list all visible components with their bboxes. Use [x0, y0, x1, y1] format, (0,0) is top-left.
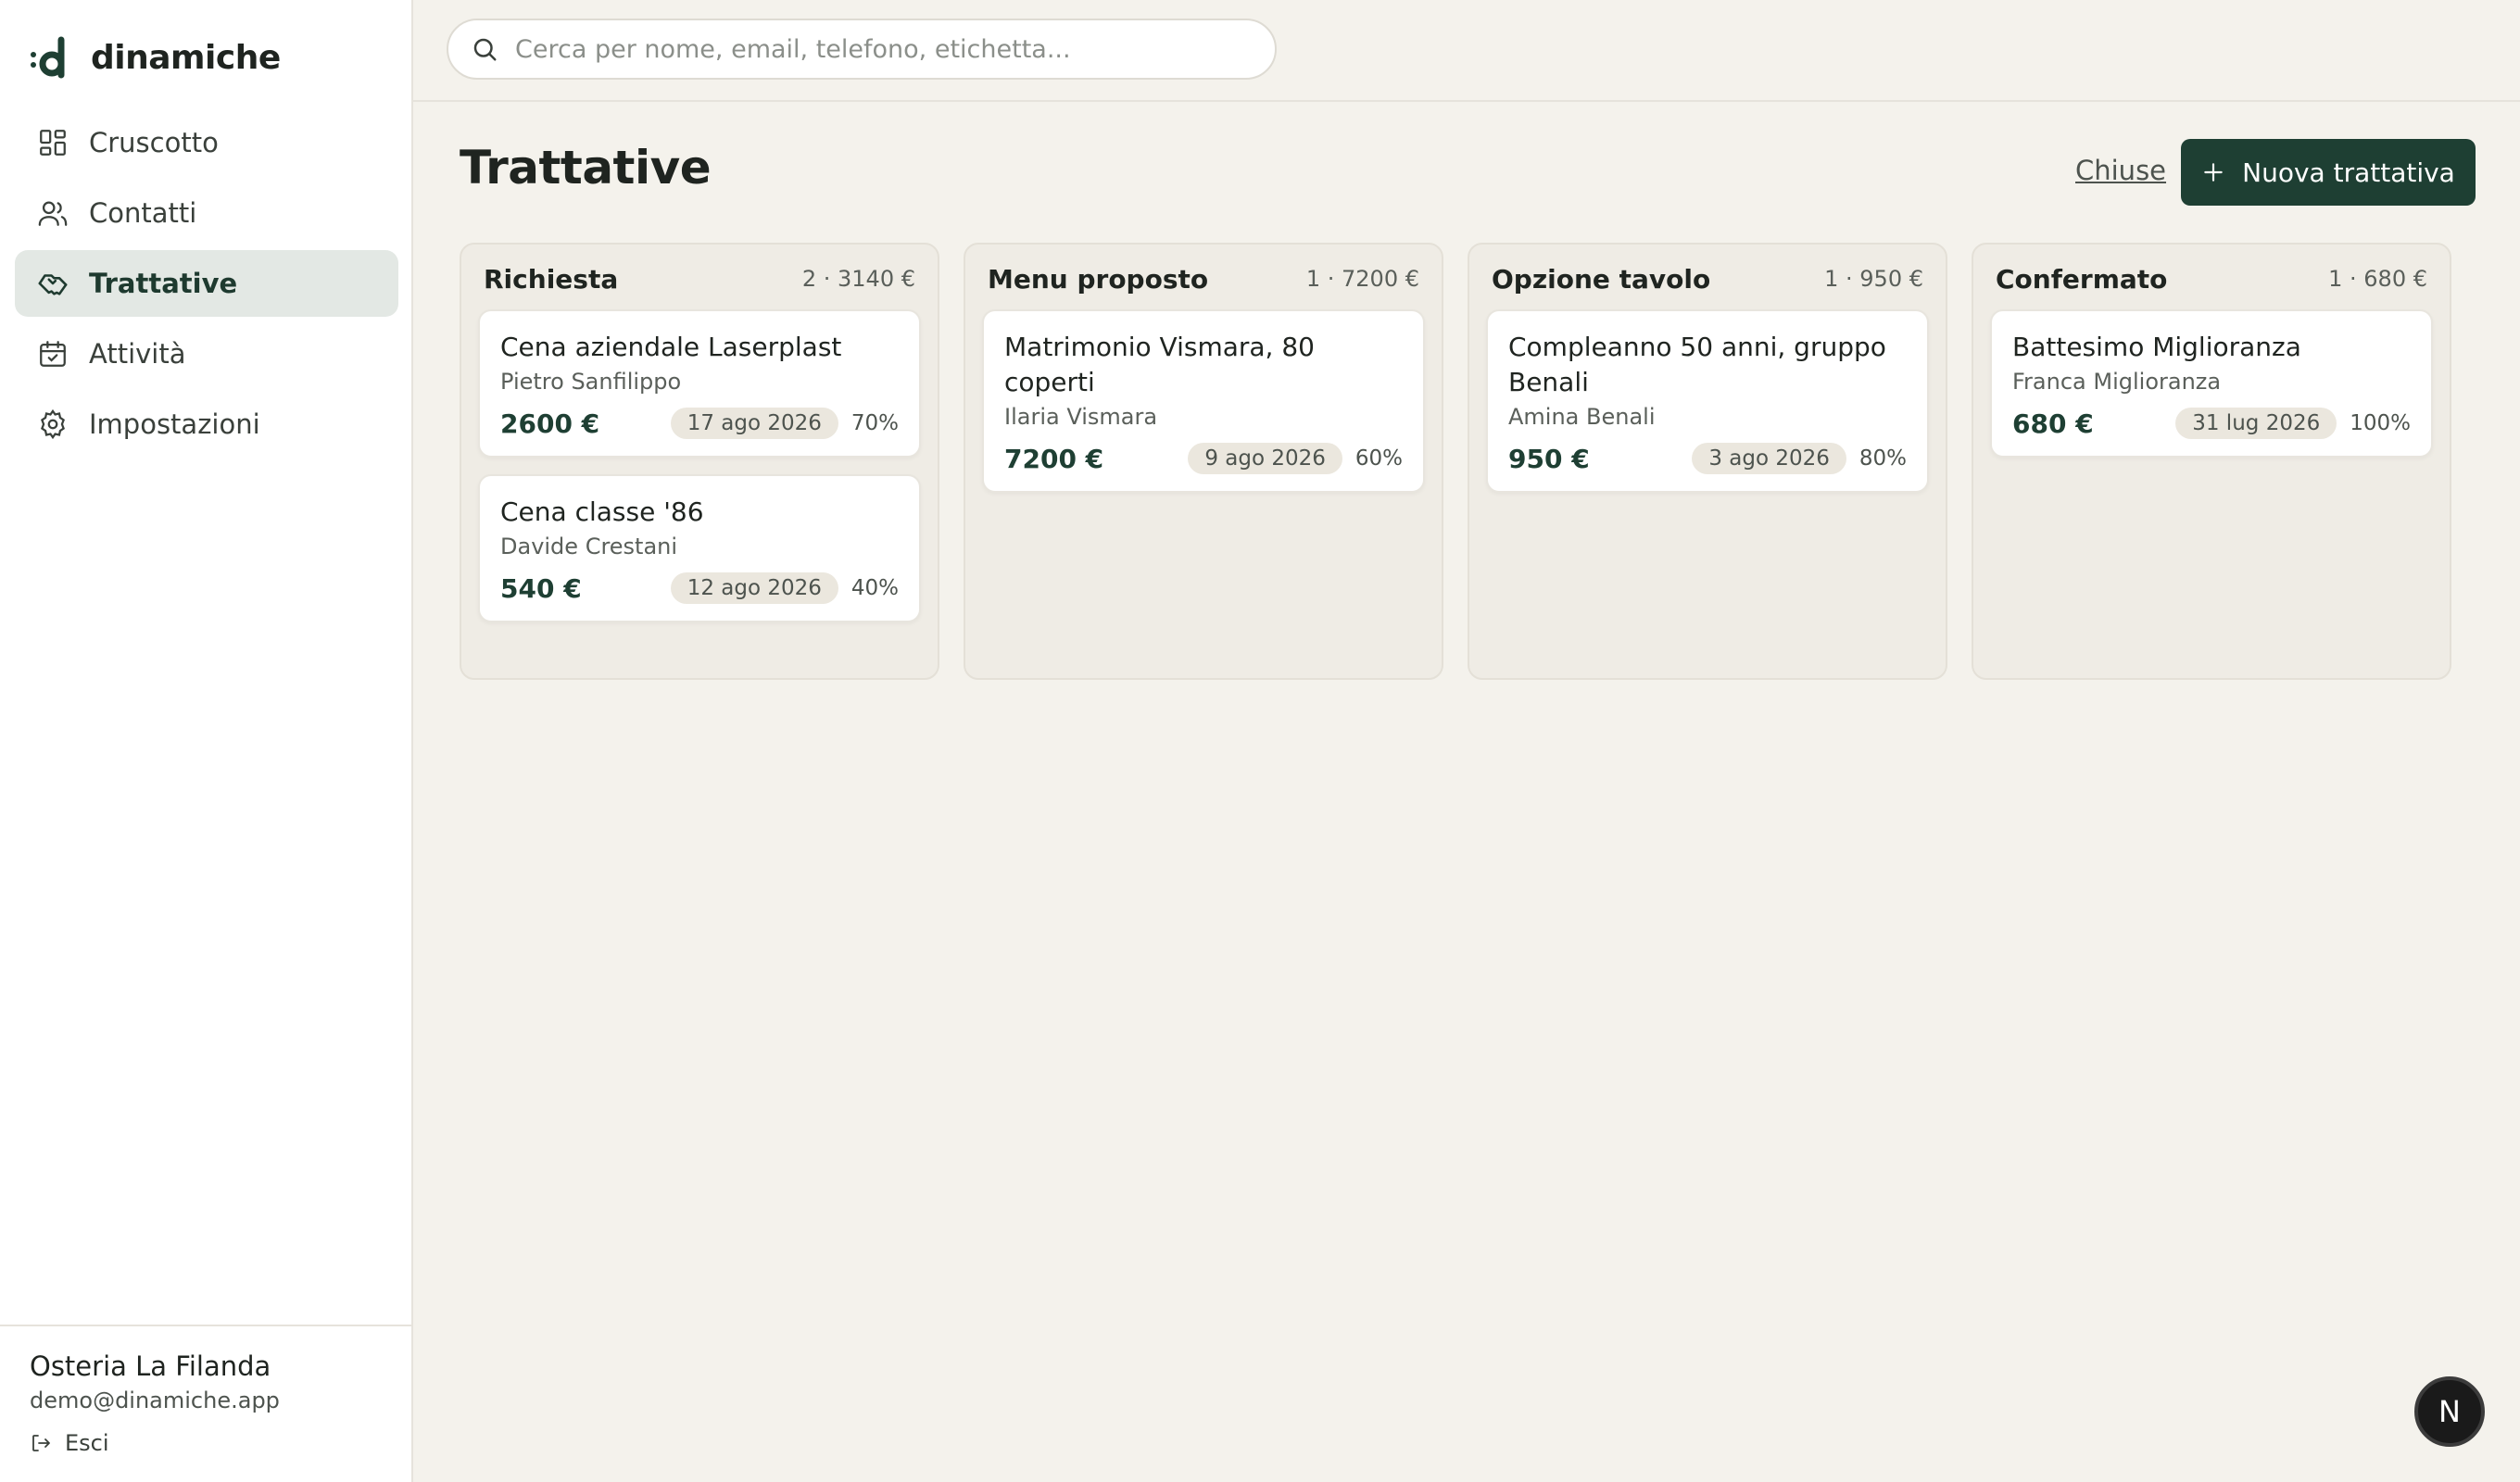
column-title: Richiesta [484, 263, 619, 295]
deal-meta: 9 ago 2026 60% [1188, 443, 1403, 474]
gear-icon [41, 408, 65, 440]
sidebar-item-label: Impostazioni [89, 408, 260, 440]
search-input[interactable] [515, 34, 1256, 64]
closed-deals-link[interactable]: Chiuse [2075, 155, 2166, 186]
pipeline-column: Menu proposto 1 · 7200 € Matrimonio Vism… [964, 243, 1443, 680]
logout-icon [32, 1435, 50, 1451]
column-title: Opzione tavolo [1492, 263, 1711, 295]
deal-footer: 680 € 31 lug 2026 100% [2012, 408, 2411, 439]
deal-amount: 2600 € [500, 408, 600, 439]
deal-date-badge: 12 ago 2026 [670, 572, 838, 604]
column-title: Confermato [1996, 263, 2168, 295]
deal-footer: 950 € 3 ago 2026 80% [1508, 443, 1907, 474]
column-summary: 1 · 680 € [2328, 266, 2427, 292]
sidebar-item-label: Attività [89, 338, 186, 370]
new-deal-label: Nuova trattativa [2242, 157, 2455, 188]
deal-footer: 540 € 12 ago 2026 40% [500, 572, 899, 604]
deal-probability: 70% [850, 411, 899, 435]
sidebar-item-label: Trattative [89, 268, 238, 299]
sidebar-item-contatti[interactable]: Contatti [15, 180, 398, 246]
column-header: Richiesta 2 · 3140 € [478, 261, 921, 296]
sidebar-item-trattative[interactable]: Trattative [15, 250, 398, 317]
deal-title: Battesimo Miglioranza [2012, 332, 2301, 362]
deal-card[interactable]: Compleanno 50 anni, gruppo Benali Amina … [1486, 309, 1929, 493]
column-header: Confermato 1 · 680 € [1990, 261, 2433, 296]
logout-label: Esci [65, 1430, 109, 1456]
deal-contact: Pietro Sanfilippo [500, 369, 682, 395]
pipeline-column: Richiesta 2 · 3140 € Cena aziendale Lase… [460, 243, 939, 680]
deal-contact: Davide Crestani [500, 534, 678, 559]
org-name: Osteria La Filanda [30, 1350, 271, 1382]
deal-amount: 7200 € [1004, 443, 1104, 474]
deal-contact: Franca Miglioranza [2012, 369, 2222, 395]
brand[interactable]: dinamiche [30, 31, 281, 83]
account-panel: Osteria La Filanda demo@dinamiche.app Es… [0, 1325, 411, 1482]
deal-contact: Amina Benali [1508, 404, 1656, 430]
column-title: Menu proposto [988, 263, 1209, 295]
deal-probability: 40% [850, 576, 899, 600]
deal-probability: 100% [2350, 411, 2411, 435]
deal-footer: 7200 € 9 ago 2026 60% [1004, 443, 1403, 474]
search-icon [473, 38, 497, 61]
dashboard-icon [40, 130, 66, 156]
deal-date-badge: 31 lug 2026 [2175, 408, 2337, 439]
plus-icon [2204, 163, 2223, 182]
deal-title: Matrimonio Vismara, 80 coperti [1004, 332, 1315, 397]
column-header: Menu proposto 1 · 7200 € [982, 261, 1425, 296]
deal-date-badge: 3 ago 2026 [1692, 443, 1846, 474]
deal-date-badge: 17 ago 2026 [670, 408, 838, 439]
deal-date-badge: 9 ago 2026 [1188, 443, 1342, 474]
sidebar-nav: Cruscotto Contatti Trattative Attività I… [15, 109, 398, 461]
deal-card[interactable]: Cena aziendale Laserplast Pietro Sanfili… [478, 309, 921, 458]
deal-meta: 31 lug 2026 100% [2175, 408, 2411, 439]
deal-title: Cena classe '86 [500, 496, 704, 527]
logout-button[interactable]: Esci [30, 1430, 109, 1456]
sidebar-item-cruscotto[interactable]: Cruscotto [15, 109, 398, 176]
deal-amount: 950 € [1508, 443, 1590, 474]
deal-meta: 12 ago 2026 40% [670, 572, 899, 604]
users-icon [38, 201, 68, 226]
deal-amount: 680 € [2012, 408, 2094, 439]
calendar-icon [40, 341, 66, 367]
deal-meta: 3 ago 2026 80% [1692, 443, 1907, 474]
sidebar: dinamiche Cruscotto Contatti Trattative [0, 0, 413, 1482]
pipeline-column: Confermato 1 · 680 € Battesimo Miglioran… [1972, 243, 2451, 680]
search-bar[interactable] [447, 19, 1277, 80]
brand-name: dinamiche [91, 38, 281, 77]
deal-contact: Ilaria Vismara [1004, 404, 1158, 430]
column-header: Opzione tavolo 1 · 950 € [1486, 261, 1929, 296]
account-email: demo@dinamiche.app [30, 1388, 280, 1413]
user-avatar-button[interactable]: N [2414, 1376, 2485, 1447]
deal-card[interactable]: Cena classe '86 Davide Crestani 540 € 12… [478, 474, 921, 622]
page-title: Trattative [460, 141, 712, 195]
deal-card[interactable]: Battesimo Miglioranza Franca Miglioranza… [1990, 309, 2433, 458]
new-deal-button[interactable]: Nuova trattativa [2181, 139, 2476, 206]
column-summary: 2 · 3140 € [801, 266, 915, 292]
brand-logo-icon [31, 36, 65, 79]
deal-title: Cena aziendale Laserplast [500, 332, 842, 362]
column-summary: 1 · 950 € [1824, 266, 1923, 292]
deal-title: Compleanno 50 anni, gruppo Benali [1508, 332, 1886, 397]
pipeline-column: Opzione tavolo 1 · 950 € Compleanno 50 a… [1468, 243, 1947, 680]
handshake-icon [38, 274, 68, 295]
deal-card[interactable]: Matrimonio Vismara, 80 coperti Ilaria Vi… [982, 309, 1425, 493]
topbar [413, 0, 2520, 102]
deal-probability: 80% [1858, 446, 1907, 471]
sidebar-item-label: Contatti [89, 197, 197, 229]
deal-meta: 17 ago 2026 70% [670, 408, 899, 439]
sidebar-item-impostazioni[interactable]: Impostazioni [15, 391, 398, 458]
pipeline-board: Richiesta 2 · 3140 € Cena aziendale Lase… [460, 243, 2453, 680]
sidebar-item-attivita[interactable]: Attività [15, 320, 398, 387]
sidebar-item-label: Cruscotto [89, 127, 219, 158]
deal-footer: 2600 € 17 ago 2026 70% [500, 408, 899, 439]
deal-amount: 540 € [500, 572, 582, 604]
column-summary: 1 · 7200 € [1305, 266, 1419, 292]
deal-probability: 60% [1354, 446, 1403, 471]
